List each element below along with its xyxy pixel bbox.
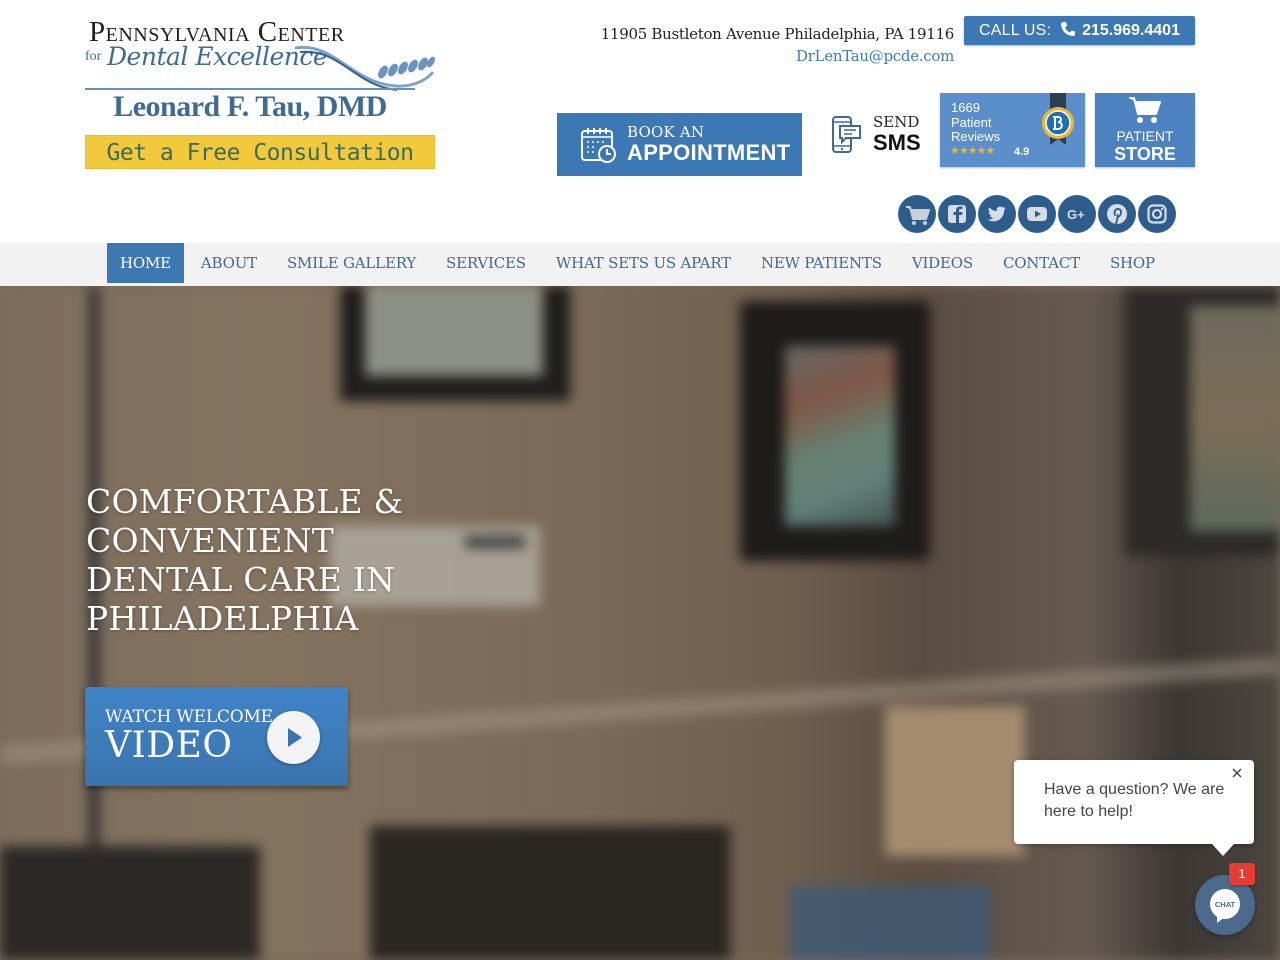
email-link[interactable]: DrLenTau@pcde.com <box>796 47 954 65</box>
nav-list: HOME ABOUT SMILE GALLERY SERVICES WHAT S… <box>107 243 1172 283</box>
review-count: 1669 <box>951 100 980 115</box>
social-links: G+ <box>898 195 1176 233</box>
nav-item-new-patients[interactable]: NEW PATIENTS <box>748 243 895 283</box>
patient-store-button[interactable]: PATIENT STORE <box>1095 93 1195 167</box>
nav-item-videos[interactable]: VIDEOS <box>899 243 986 283</box>
store-line1: PATIENT <box>1116 128 1174 144</box>
pinterest-icon <box>1107 204 1127 225</box>
svg-text:G+: G+ <box>1067 207 1085 222</box>
cart-icon <box>906 206 930 225</box>
sms-line1: SEND <box>873 113 920 131</box>
hero-title: COMFORTABLE & CONVENIENT DENTAL CARE IN … <box>86 482 406 638</box>
office-address: 11905 Bustleton Avenue Philadelphia, PA … <box>600 25 955 43</box>
social-shop-link[interactable] <box>898 195 936 233</box>
social-youtube-link[interactable] <box>1018 195 1056 233</box>
logo-swoosh-icon <box>295 45 435 91</box>
mobile-message-icon <box>832 116 861 153</box>
nav-item-shop[interactable]: SHOP <box>1097 243 1168 283</box>
main-navigation: HOME ABOUT SMILE GALLERY SERVICES WHAT S… <box>0 243 1280 286</box>
phone-number: 215.969.4401 <box>1082 22 1180 39</box>
twitter-icon <box>987 206 1006 222</box>
site-header: Pennsylvania Center for Dental Excellenc… <box>0 0 1280 243</box>
patient-reviews-widget[interactable]: 1669 Patient Reviews ★★★★★ 4.9 <box>940 93 1085 167</box>
social-twitter-link[interactable] <box>978 195 1016 233</box>
nav-item-services[interactable]: SERVICES <box>433 243 539 283</box>
play-button[interactable] <box>267 711 320 764</box>
social-google-plus-link[interactable]: G+ <box>1058 195 1096 233</box>
nav-item-about[interactable]: ABOUT <box>188 243 270 283</box>
free-consultation-button[interactable]: Get a Free Consultation <box>85 135 435 169</box>
hero-title-line: CONVENIENT <box>86 521 334 560</box>
book-appointment-button[interactable]: BOOK AN APPOINTMENT <box>557 113 802 176</box>
play-icon <box>288 728 302 747</box>
calendar-clock-icon <box>581 128 616 163</box>
appointment-line2: APPOINTMENT <box>627 140 791 165</box>
nav-item-contact[interactable]: CONTACT <box>990 243 1093 283</box>
youtube-icon <box>1027 207 1047 221</box>
social-pinterest-link[interactable] <box>1098 195 1136 233</box>
social-facebook-link[interactable] <box>938 195 976 233</box>
star-rating: ★★★★★ <box>950 145 995 157</box>
hero-title-line: COMFORTABLE & <box>86 482 404 521</box>
chat-bubble-label: CHAT <box>1215 900 1236 909</box>
store-line2: STORE <box>1114 144 1176 164</box>
appointment-line1: BOOK AN <box>627 123 705 141</box>
call-us-label: CALL US: <box>979 22 1052 39</box>
chat-prompt-popup: Have a question? We are here to help! <box>1014 760 1254 856</box>
watch-welcome-video-button[interactable]: WATCH WELCOME VIDEO <box>85 687 348 786</box>
phone-icon <box>1060 22 1075 36</box>
logo-for: for <box>85 49 102 64</box>
social-instagram-link[interactable] <box>1138 195 1176 233</box>
send-sms-button[interactable]: SEND SMS <box>828 112 928 162</box>
sms-line2: SMS <box>873 130 921 155</box>
reviews-label-line1: Patient <box>951 115 992 130</box>
video-button-line2: VIDEO <box>105 725 233 766</box>
nav-item-smile-gallery[interactable]: SMILE GALLERY <box>274 243 429 283</box>
facebook-icon <box>948 205 966 223</box>
site-logo[interactable]: Pennsylvania Center for Dental Excellenc… <box>85 14 435 139</box>
rating-value: 4.9 <box>1014 146 1030 158</box>
cart-icon <box>1129 97 1161 123</box>
nav-item-home[interactable]: HOME <box>107 243 184 283</box>
hero-title-line: PHILADELPHIA <box>86 599 359 638</box>
chat-notification-badge: 1 <box>1229 863 1255 885</box>
hero-title-line: DENTAL CARE IN <box>86 560 396 599</box>
instagram-icon <box>1147 204 1167 224</box>
nav-item-what-sets-us-apart[interactable]: WHAT SETS US APART <box>543 243 744 283</box>
chat-prompt-message: Have a question? We are here to help! <box>1044 781 1225 820</box>
call-us-button[interactable]: CALL US: 215.969.4401 <box>964 16 1195 45</box>
logo-doctor-name: Leonard F. Tau, DMD <box>113 90 387 123</box>
hero-banner: COMFORTABLE & CONVENIENT DENTAL CARE IN … <box>0 286 1280 960</box>
reviews-label-line2: Reviews <box>951 129 1001 144</box>
close-icon[interactable] <box>1230 766 1244 780</box>
google-plus-icon: G+ <box>1067 207 1085 222</box>
video-button-line1: WATCH WELCOME <box>105 707 273 727</box>
award-badge-icon <box>1042 93 1074 145</box>
